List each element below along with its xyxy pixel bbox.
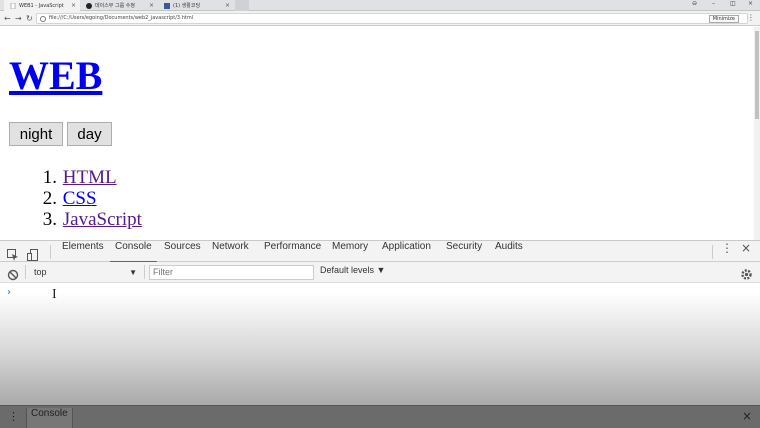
filter-input[interactable]: Filter bbox=[149, 265, 314, 280]
tab-application[interactable]: Application bbox=[382, 241, 431, 263]
minimize-button[interactable]: – bbox=[712, 0, 715, 7]
user-icon[interactable]: ⊖ bbox=[692, 0, 697, 7]
reload-button[interactable]: ↻ bbox=[26, 14, 33, 23]
address-bar: ← → ↻ file:///C:/Users/egoing/Documents/… bbox=[0, 11, 760, 26]
list-number: 1. bbox=[42, 167, 57, 188]
drawer-tab-console[interactable]: Console bbox=[26, 408, 73, 428]
scrollbar-thumb[interactable] bbox=[755, 31, 759, 119]
forward-button[interactable]: → bbox=[15, 14, 22, 23]
console-prompt-icon: › bbox=[7, 287, 12, 298]
context-select[interactable]: top ▼ bbox=[30, 265, 140, 280]
devtools-panel: Elements Console Sources Network Perform… bbox=[0, 240, 760, 428]
page-icon bbox=[10, 2, 16, 9]
devtools-close-icon[interactable]: × bbox=[741, 241, 751, 263]
console-drawer: ⋮ Console × bbox=[0, 405, 760, 428]
browser-tab-github[interactable]: 데이스부 그룹 수정 × bbox=[80, 0, 158, 11]
toolbar-divider bbox=[712, 245, 713, 259]
browser-tabstrip: WEB1 - JavaScript × 데이스부 그룹 수정 × (1) 생활코… bbox=[0, 0, 760, 11]
chevron-down-icon: ▼ bbox=[129, 268, 137, 277]
day-button[interactable]: day bbox=[67, 122, 112, 146]
tab-audits[interactable]: Audits bbox=[495, 241, 523, 263]
list-item: 1. HTML bbox=[37, 167, 142, 188]
list-number: 3. bbox=[42, 209, 57, 230]
tab-console[interactable]: Console bbox=[110, 241, 157, 263]
list-item: 3. JavaScript bbox=[37, 209, 142, 230]
maximize-button[interactable]: ◫ bbox=[730, 0, 736, 7]
url-text: file:///C:/Users/egoing/Documents/web2_j… bbox=[49, 15, 194, 21]
new-tab-button[interactable] bbox=[235, 0, 249, 11]
zoom-chip[interactable]: Minimize bbox=[708, 15, 739, 23]
log-levels-dropdown[interactable]: Default levels ▼ bbox=[320, 265, 385, 280]
list-number: 2. bbox=[42, 188, 57, 209]
html-link[interactable]: HTML bbox=[63, 167, 117, 188]
browser-tab-title: (1) 생활코딩 bbox=[173, 3, 201, 9]
javascript-link[interactable]: JavaScript bbox=[63, 209, 142, 230]
url-input[interactable]: file:///C:/Users/egoing/Documents/web2_j… bbox=[36, 13, 748, 24]
info-icon[interactable] bbox=[40, 16, 46, 22]
page-viewport: WEB night day 1. HTML 2. CSS 3. JavaScri… bbox=[0, 27, 754, 240]
close-icon[interactable]: × bbox=[225, 2, 230, 9]
back-button[interactable]: ← bbox=[4, 14, 11, 23]
console-output[interactable]: › I bbox=[0, 283, 760, 405]
night-button[interactable]: night bbox=[9, 122, 63, 146]
tab-performance[interactable]: Performance bbox=[264, 241, 321, 263]
window-close-button[interactable]: × bbox=[748, 0, 753, 7]
page-scrollbar[interactable] bbox=[754, 27, 760, 240]
more-options-icon[interactable]: ⋮ bbox=[721, 241, 733, 263]
devtools-tabbar: Elements Console Sources Network Perform… bbox=[0, 240, 760, 263]
browser-tab-facebook[interactable]: (1) 생활코딩 × bbox=[158, 0, 234, 11]
tab-security[interactable]: Security bbox=[446, 241, 482, 263]
device-toolbar-icon[interactable] bbox=[27, 246, 39, 261]
browser-menu-icon[interactable]: ⋮ bbox=[747, 13, 755, 22]
drawer-menu-icon[interactable]: ⋮ bbox=[8, 410, 19, 423]
close-icon[interactable]: × bbox=[149, 2, 154, 9]
tab-memory[interactable]: Memory bbox=[332, 241, 368, 263]
github-icon bbox=[86, 2, 92, 9]
page-title-link[interactable]: WEB bbox=[9, 52, 102, 99]
topic-list: 1. HTML 2. CSS 3. JavaScript bbox=[37, 167, 142, 230]
toolbar-divider bbox=[25, 265, 26, 279]
toolbar-divider bbox=[144, 265, 145, 279]
browser-tab-title: 데이스부 그룹 수정 bbox=[95, 3, 135, 9]
facebook-icon bbox=[164, 2, 170, 9]
browser-tab-title: WEB1 - JavaScript bbox=[19, 2, 64, 9]
close-icon[interactable]: × bbox=[71, 2, 76, 9]
inspect-element-icon[interactable] bbox=[7, 246, 19, 261]
tab-sources[interactable]: Sources bbox=[164, 241, 201, 263]
tab-elements[interactable]: Elements bbox=[62, 241, 104, 263]
text-cursor-icon: I bbox=[52, 287, 57, 302]
drawer-close-icon[interactable]: × bbox=[742, 409, 752, 423]
context-value: top bbox=[34, 267, 47, 277]
tab-network[interactable]: Network bbox=[212, 241, 249, 263]
list-item: 2. CSS bbox=[37, 188, 142, 209]
toolbar-divider bbox=[50, 245, 51, 259]
console-toolbar: top ▼ Filter Default levels ▼ bbox=[0, 262, 760, 283]
css-link[interactable]: CSS bbox=[63, 188, 97, 209]
browser-tab-web1[interactable]: WEB1 - JavaScript × bbox=[4, 0, 80, 11]
